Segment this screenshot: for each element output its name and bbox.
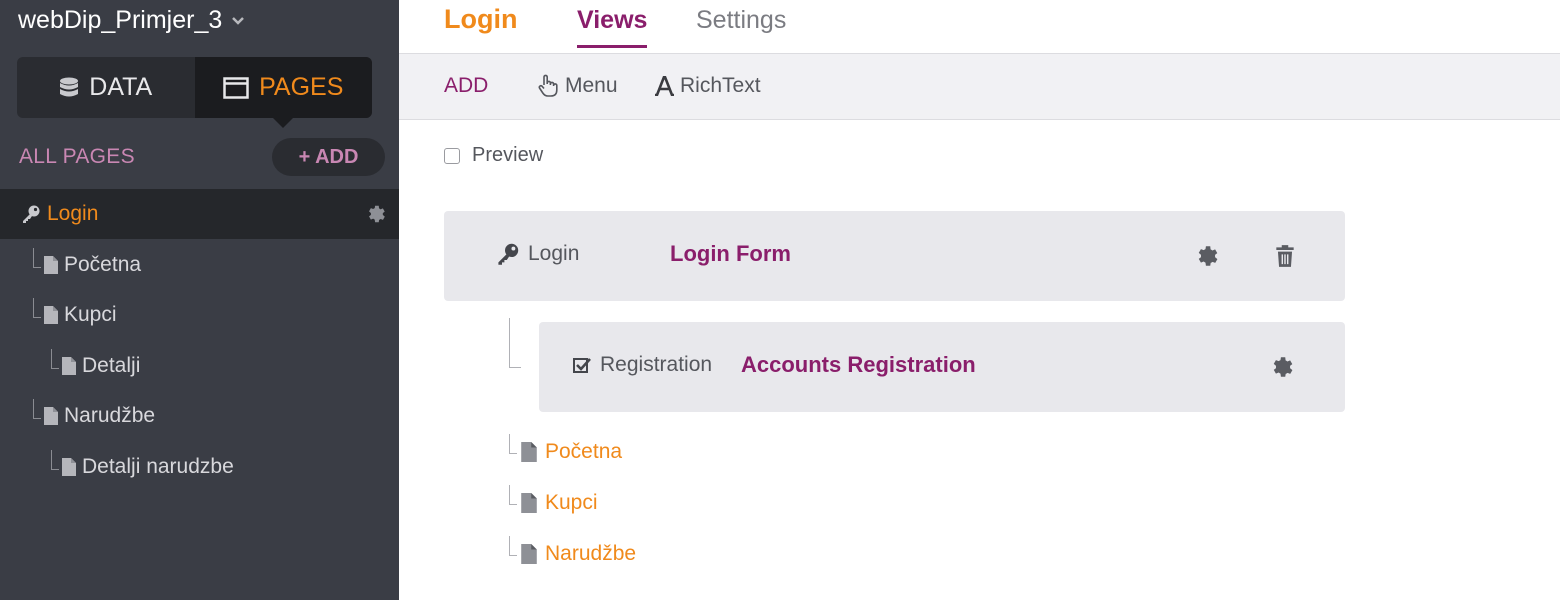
view-type-label: Registration <box>600 353 713 376</box>
main-panel: Login Views Settings ADD Menu RichText P… <box>399 0 1560 600</box>
file-icon <box>44 256 58 274</box>
toolbar: ADD Menu RichText <box>399 54 1560 120</box>
all-pages-heading: ALL PAGES <box>19 145 135 168</box>
data-pages-toggle: DATA PAGES <box>17 57 372 128</box>
key-icon <box>498 243 519 265</box>
file-icon <box>62 357 76 375</box>
tree-item-login[interactable]: Login <box>0 189 399 239</box>
tree-item-label: Login <box>47 202 99 225</box>
page-title: Login <box>444 4 518 34</box>
view-type: Login <box>496 242 579 266</box>
trash-icon[interactable] <box>1272 243 1298 269</box>
top-tabs: Login Views Settings <box>399 0 1560 54</box>
tree-item-detalji[interactable]: Detalji <box>0 341 399 391</box>
window-icon <box>223 76 249 99</box>
font-icon <box>655 76 674 96</box>
tree-item-detalji-narudzbe[interactable]: Detalji narudzbe <box>0 442 399 492</box>
pages-tab-label: PAGES <box>259 73 344 101</box>
file-icon <box>521 544 537 564</box>
hand-pointer-icon <box>538 74 558 97</box>
child-page-label: Početna <box>545 440 623 463</box>
tree-item-label: Detalji narudzbe <box>82 455 234 478</box>
tree-connector <box>509 434 517 454</box>
preview-toggle: Preview <box>444 144 543 167</box>
file-icon <box>44 407 58 425</box>
tree-connector <box>33 298 41 318</box>
tree-item-narudzbe[interactable]: Narudžbe <box>0 391 399 441</box>
sidebar: webDip_Primjer_3 DATA PAGES ALL PAGES + … <box>0 0 399 600</box>
tree-connector <box>509 485 517 505</box>
gear-icon[interactable] <box>1194 243 1220 269</box>
gear-icon[interactable] <box>365 203 387 225</box>
tree-item-pocetna[interactable]: Početna <box>0 240 399 290</box>
tree-connector <box>33 399 41 419</box>
add-view-label: ADD <box>444 74 489 97</box>
tree-item-label: Narudžbe <box>64 404 156 427</box>
data-tab-label: DATA <box>89 73 153 101</box>
view-name[interactable]: Login Form <box>670 241 791 267</box>
tree-connector <box>509 536 517 556</box>
tree-item-label: Detalji <box>82 354 141 377</box>
pages-tab[interactable]: PAGES <box>194 57 372 128</box>
file-icon <box>44 306 58 324</box>
view-card-child[interactable]: Registration Accounts Registration <box>539 322 1345 412</box>
tree-item-label: Kupci <box>64 303 117 326</box>
child-page-link[interactable]: Kupci <box>521 491 598 515</box>
preview-label: Preview <box>472 144 544 166</box>
file-icon <box>521 442 537 462</box>
add-menu-button[interactable]: Menu <box>537 74 618 98</box>
child-page-link[interactable]: Narudžbe <box>521 542 636 566</box>
view-card[interactable]: Login Login Form <box>444 211 1345 301</box>
tree-connector <box>509 318 521 368</box>
add-richtext-button[interactable]: RichText <box>654 74 761 98</box>
view-type: Registration <box>572 353 712 377</box>
key-icon <box>23 205 40 223</box>
app-title: webDip_Primjer_3 <box>18 6 223 34</box>
tree-connector <box>33 248 41 268</box>
view-type-label: Login <box>528 242 580 265</box>
tab-settings[interactable]: Settings <box>696 6 786 45</box>
tree-item-kupci[interactable]: Kupci <box>0 290 399 340</box>
child-page-label: Kupci <box>545 491 598 514</box>
gear-icon[interactable] <box>1269 354 1295 380</box>
add-view-button[interactable]: ADD <box>444 74 488 98</box>
tab-views[interactable]: Views <box>577 6 648 48</box>
menu-label: Menu <box>565 74 618 97</box>
checkbox-checked-icon <box>573 358 591 373</box>
tree-connector <box>51 349 59 369</box>
tree-connector <box>51 450 59 470</box>
preview-checkbox[interactable] <box>444 147 460 164</box>
child-page-link[interactable]: Početna <box>521 440 622 464</box>
richtext-label: RichText <box>680 74 761 97</box>
file-icon <box>521 493 537 513</box>
child-page-label: Narudžbe <box>545 542 637 565</box>
view-name[interactable]: Accounts Registration <box>741 352 976 378</box>
database-icon <box>60 77 79 96</box>
file-icon <box>62 458 76 476</box>
chevron-down-icon <box>232 16 245 25</box>
tree-item-label: Početna <box>64 253 142 276</box>
data-tab[interactable]: DATA <box>17 57 195 118</box>
add-page-button[interactable]: + ADD <box>272 138 385 176</box>
app-switcher[interactable]: webDip_Primjer_3 <box>18 6 246 35</box>
